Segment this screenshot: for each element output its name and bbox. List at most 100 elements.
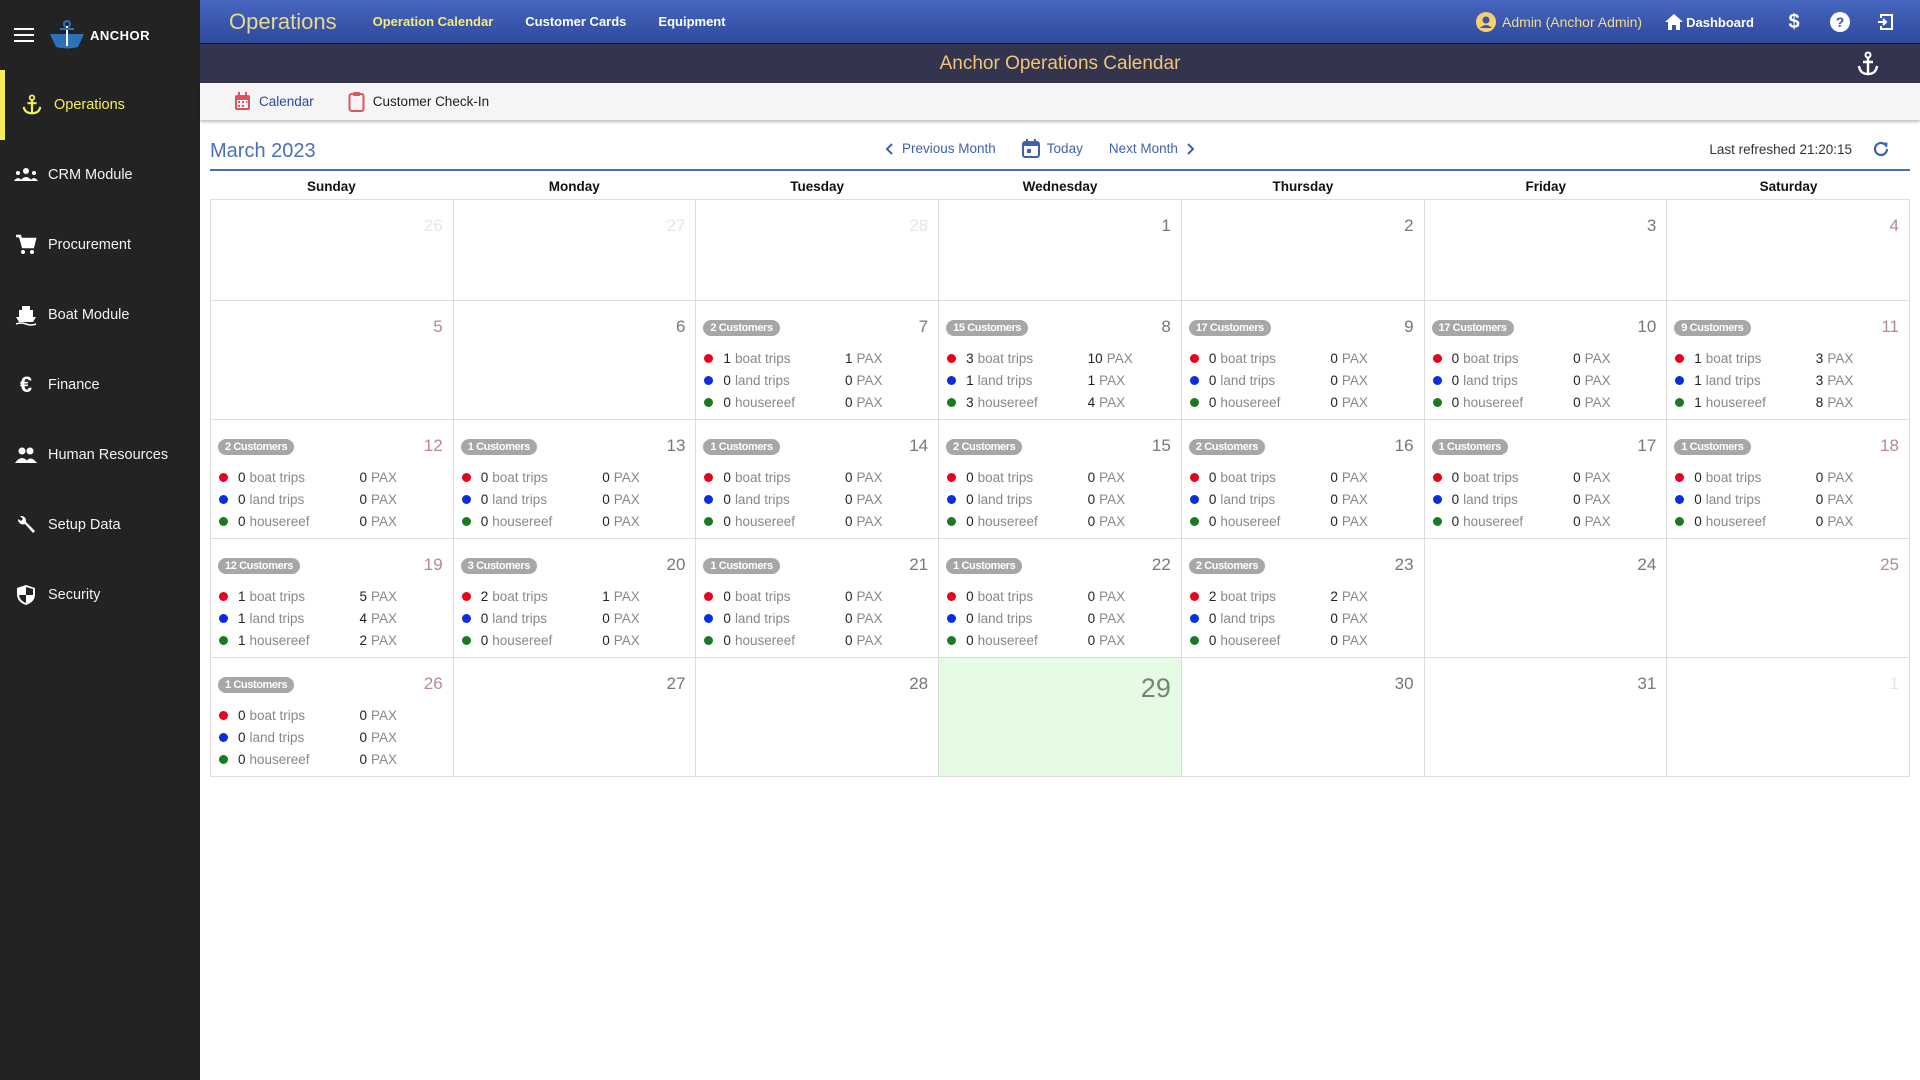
customers-badge[interactable]: 1 Customers <box>1674 439 1751 455</box>
customers-badge[interactable]: 9 Customers <box>1674 320 1751 336</box>
customers-badge[interactable]: 1 Customers <box>703 439 780 455</box>
customers-badge[interactable]: 1 Customers <box>946 558 1023 574</box>
calendar-day[interactable]: 12 2 Customers 0 boat trips 0 PAX 0 land trips 0… <box>211 420 454 539</box>
weekday-tuesday: Tuesday <box>790 179 845 194</box>
calendar-day[interactable]: 31 <box>1424 658 1668 777</box>
customers-badge[interactable]: 2 Customers <box>1188 439 1266 455</box>
sidebar-item-human-resources[interactable]: Human Resources <box>0 420 200 490</box>
pax-label: PAX <box>856 372 883 388</box>
customers-badge[interactable]: 1 Customers <box>1431 439 1508 455</box>
logo[interactable]: ANCHOR <box>48 20 150 50</box>
customers-badge[interactable]: 17 Customers <box>1188 320 1271 336</box>
trip-count: 0 <box>1208 394 1217 410</box>
nav-operation-calendar[interactable]: Operation Calendar <box>373 14 494 29</box>
customers-badge[interactable]: 1 Customers <box>218 677 295 693</box>
dollar-icon[interactable]: $ <box>1782 10 1806 34</box>
calendar-day[interactable]: 27 <box>453 200 697 301</box>
user-menu[interactable]: Admin (Anchor Admin) <box>1476 12 1642 32</box>
calendar-day-today[interactable]: 29 <box>939 658 1182 777</box>
previous-month-label: Previous Month <box>902 141 996 156</box>
nav-customer-cards[interactable]: Customer Cards <box>525 14 626 29</box>
trip-count: 0 <box>480 513 489 529</box>
trip-type-label: land trips <box>492 491 547 507</box>
pax-count: 4 <box>1087 394 1096 410</box>
calendar-day[interactable]: 23 2 Customers 2 boat trips 2 PAX 0 land trips 0… <box>1181 539 1425 658</box>
customers-badge[interactable]: 17 Customers <box>1431 320 1514 336</box>
customers-badge[interactable]: 2 Customers <box>946 439 1023 455</box>
calendar-day[interactable]: 18 1 Customers 0 boat trips 0 PAX 0 land trips 0… <box>1667 420 1910 539</box>
customers-badge[interactable]: 1 Customers <box>703 558 780 574</box>
nav-equipment[interactable]: Equipment <box>658 14 725 29</box>
status-dot <box>219 516 228 526</box>
customers-badge[interactable]: 3 Customers <box>460 558 537 574</box>
calendar-day[interactable]: 27 <box>453 658 697 777</box>
help-icon[interactable]: ? <box>1828 10 1852 34</box>
customers-badge[interactable]: 2 Customers <box>218 439 295 455</box>
sidebar-item-setup-data[interactable]: Setup Data <box>0 490 200 560</box>
calendar-day[interactable]: 14 1 Customers 0 boat trips 0 PAX 0 land trips 0… <box>696 420 940 539</box>
calendar-day[interactable]: 3 <box>1424 200 1668 301</box>
day-number: 10 <box>1637 317 1657 336</box>
calendar-day[interactable]: 17 1 Customers 0 boat trips 0 PAX 0 land trips 0… <box>1424 420 1668 539</box>
calendar-day[interactable]: 26 1 Customers 0 boat trips 0 PAX 0 land trips 0… <box>211 658 454 777</box>
sidebar-item-crm-module[interactable]: CRM Module <box>0 140 200 210</box>
calendar-day[interactable]: 72 Customers 1 boat trips 1 PAX 0 land trips 0 P… <box>696 301 940 420</box>
calendar-day[interactable]: 6 <box>453 301 697 420</box>
refresh-icon[interactable] <box>1872 140 1890 158</box>
sidebar-item-boat-module[interactable]: Boat Module <box>0 280 200 350</box>
pax-count: 3 <box>1815 350 1824 366</box>
trip-count: 0 <box>1694 513 1702 529</box>
calendar-day[interactable]: 5 <box>211 301 454 420</box>
calendar-day[interactable]: 30 <box>1181 658 1425 777</box>
calendar-day[interactable]: 4 <box>1667 200 1910 301</box>
previous-month-button[interactable]: Previous Month <box>885 141 996 156</box>
stat-row-boat-trips: 1 boat trips 1 PAX <box>704 347 904 369</box>
trip-type-label: housereef <box>977 513 1038 529</box>
calendar-day[interactable]: 26 <box>211 200 454 301</box>
pax-count: 0 <box>602 610 610 626</box>
logout-icon[interactable] <box>1874 10 1898 34</box>
tab-customer-check-in[interactable]: Customer Check-In <box>348 91 489 112</box>
calendar-day[interactable]: 16 2 Customers 0 boat trips 0 PAX 0 land trips 0… <box>1181 420 1425 539</box>
calendar-day[interactable]: 15 2 Customers 0 boat trips 0 PAX 0 land trips 0… <box>939 420 1182 539</box>
stat-row-housereef: 0 housereef 0 PAX <box>1675 510 1875 532</box>
pax-label: PAX <box>1341 469 1368 485</box>
customers-badge[interactable]: 1 Customers <box>460 439 537 455</box>
calendar-day[interactable]: 25 <box>1667 539 1910 658</box>
pax-label: PAX <box>1099 610 1126 626</box>
stat-row-land-trips: 0 land trips 0 PAX <box>1432 488 1633 510</box>
tab-calendar[interactable]: Calendar <box>234 92 314 111</box>
calendar-day[interactable]: 28 <box>696 658 940 777</box>
sidebar-item-procurement[interactable]: Procurement <box>0 210 200 280</box>
pax-label: PAX <box>1584 372 1611 388</box>
calendar-day[interactable]: 11 9 Customers 1 boat trips 3 PAX 1 land trips 3… <box>1667 301 1910 420</box>
day-number: 19 <box>423 555 443 574</box>
pax-count: 0 <box>844 632 853 648</box>
calendar-day[interactable]: 1 <box>939 200 1182 301</box>
sidebar-item-security[interactable]: Security <box>0 560 200 630</box>
customers-badge[interactable]: 15 Customers <box>946 320 1029 336</box>
menu-icon[interactable] <box>14 28 34 42</box>
calendar-day[interactable]: 8 15 Customers 3 boat trips 10 PAX 1 land trips… <box>939 301 1182 420</box>
customers-badge[interactable]: 2 Customers <box>1188 558 1266 574</box>
stat-row-boat-trips: 0 boat trips 0 PAX <box>1189 466 1390 488</box>
customers-badge[interactable]: 12 Customers <box>218 558 300 574</box>
calendar-day[interactable]: 28 <box>696 200 940 301</box>
sidebar-item-operations[interactable]: Operations <box>0 70 200 140</box>
calendar-day[interactable]: 20 3 Customers 2 boat trips 1 PAX 0 land trips 0… <box>453 539 697 658</box>
calendar-day[interactable]: 2 <box>1181 200 1425 301</box>
calendar-day[interactable]: 21 1 Customers 0 boat trips 0 PAX 0 land trips 0… <box>696 539 940 658</box>
pax-count: 0 <box>359 751 368 767</box>
customers-badge[interactable]: 2 Customers <box>703 320 780 336</box>
calendar-day[interactable]: 1 <box>1667 658 1910 777</box>
sidebar-item-finance[interactable]: € Finance <box>0 350 200 420</box>
calendar-day[interactable]: 24 <box>1424 539 1668 658</box>
dashboard-link[interactable]: Dashboard <box>1664 13 1754 31</box>
today-button[interactable]: Today <box>1021 139 1083 158</box>
next-month-button[interactable]: Next Month <box>1109 141 1195 156</box>
calendar-day[interactable]: 13 1 Customers 0 boat trips 0 PAX 0 land trips 0… <box>453 420 697 539</box>
calendar-day[interactable]: 22 1 Customers 0 boat trips 0 PAX 0 land trips 0… <box>939 539 1182 658</box>
calendar-day[interactable]: 9 17 Customers 0 boat trips 0 PAX 0 land trips 0… <box>1181 301 1425 420</box>
calendar-day[interactable]: 19 12 Customers 1 boat trips 5 PAX 1 land trips… <box>211 539 454 658</box>
calendar-day[interactable]: 10 17 Customers 0 boat trips 0 PAX 0 land trips… <box>1424 301 1668 420</box>
